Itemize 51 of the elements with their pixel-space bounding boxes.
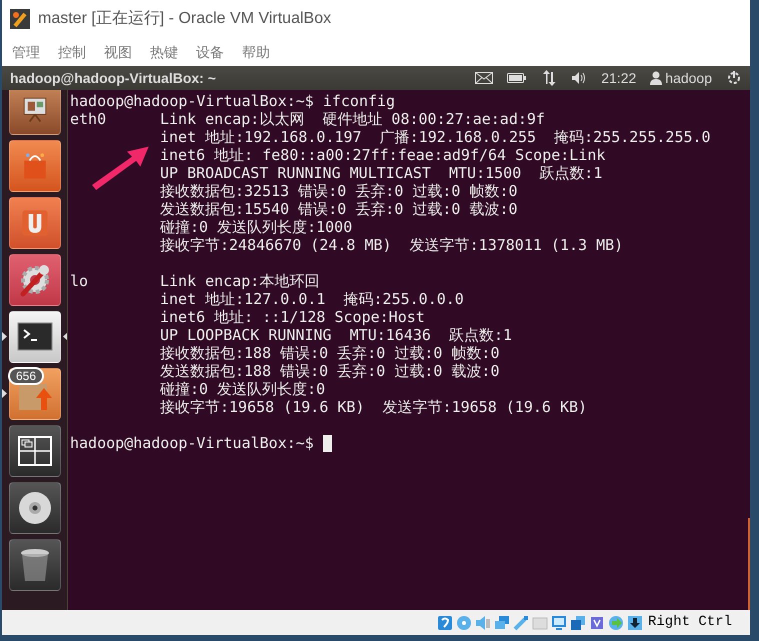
terminal-line: 接收数据包:32513 错误:0 丢弃:0 过载:0 帧数:0	[160, 182, 519, 200]
count-badge: 656	[8, 366, 44, 384]
terminal-launcher-icon[interactable]	[9, 310, 61, 362]
trash-launcher-icon[interactable]	[9, 538, 61, 590]
u-launcher-icon[interactable]	[9, 196, 61, 248]
menu-item[interactable]: 热键	[150, 42, 178, 62]
terminal-line: 接收数据包:188 错误:0 丢弃:0 过载:0 帧数:0	[160, 344, 500, 362]
presentation-launcher-icon[interactable]	[9, 90, 61, 134]
menu-item[interactable]: 视图	[104, 42, 132, 62]
terminal-line: 接收字节:19658 (19.6 KB) 发送字节:19658 (19.6 KB)	[160, 398, 588, 416]
panel-title: hadoop@hadoop-VirtualBox: ~	[10, 68, 217, 88]
terminal-line: inet6 地址: ::1/128 Scope:Host	[160, 308, 426, 326]
battery-icon[interactable]	[507, 73, 528, 83]
windows-icon[interactable]	[570, 614, 586, 630]
menu-item[interactable]: 设备	[196, 42, 224, 62]
terminal-prompt: hadoop@hadoop-VirtualBox:~$	[70, 92, 314, 110]
mail-icon[interactable]	[475, 72, 494, 84]
host-key-label: Right Ctrl	[648, 613, 732, 632]
power-icon[interactable]	[726, 70, 742, 86]
disc-launcher-icon[interactable]	[9, 482, 61, 534]
terminal-line: 碰撞:0 发送队列长度:0	[160, 380, 326, 398]
terminal-line: inet 地址:127.0.0.1 掩码:255.0.0.0	[160, 290, 465, 308]
terminal-line: 碰撞:0 发送队列长度:1000	[160, 218, 354, 236]
volume-icon[interactable]	[571, 70, 588, 86]
menu-item[interactable]: 帮助	[242, 42, 270, 62]
terminal-line: UP BROADCAST RUNNING MULTICAST MTU:1500 跃点数:1	[160, 164, 604, 182]
display-icon[interactable]	[550, 614, 567, 630]
workspaces-launcher-icon[interactable]	[9, 424, 61, 476]
terminal-line: Link encap:以太网 硬件地址 08:00:27:ae:ad:9f	[160, 110, 546, 128]
terminal-line: 发送数据包:188 错误:0 丢弃:0 过载:0 载波:0	[160, 362, 500, 380]
terminal-command: ifconfig	[322, 92, 396, 110]
interface-name: eth0	[70, 110, 108, 128]
menu-item[interactable]: 管理	[12, 42, 40, 62]
terminal-line: inet 地址:192.168.0.197 广播:192.168.0.255 掩码:255.255.255.0	[160, 128, 711, 146]
settings-launcher-icon[interactable]	[9, 254, 61, 306]
user-name[interactable]: hadoop	[665, 68, 712, 88]
window-title: master [正在运行] - Oracle VM VirtualBox	[38, 9, 332, 29]
menu-item[interactable]: 控制	[58, 42, 86, 62]
terminal-line: 接收字节:24846670 (24.8 MB) 发送字节:1378011 (1.3 MB)	[160, 236, 624, 254]
download-icon[interactable]	[626, 614, 643, 630]
terminal-line: 发送数据包:15540 错误:0 丢弃:0 过载:0 载波:0	[160, 200, 519, 218]
clock[interactable]: 21:22	[601, 68, 636, 88]
network-arrows-icon[interactable]	[541, 70, 558, 86]
interface-name: lo	[70, 272, 90, 290]
user-icon[interactable]	[650, 71, 662, 85]
terminal-prompt: hadoop@hadoop-VirtualBox:~$	[70, 434, 314, 452]
app-logo-icon	[10, 9, 30, 29]
terminal-line: UP LOOPBACK RUNNING MTU:16436 跃点数:1	[160, 326, 514, 344]
terminal-line: inet6 地址: fe80::a00:27ff:feae:ad9f/64 Scope:Link	[160, 146, 606, 164]
terminal-line: Link encap:本地环回	[160, 272, 320, 290]
updates-launcher-icon[interactable]: 656	[9, 368, 61, 420]
